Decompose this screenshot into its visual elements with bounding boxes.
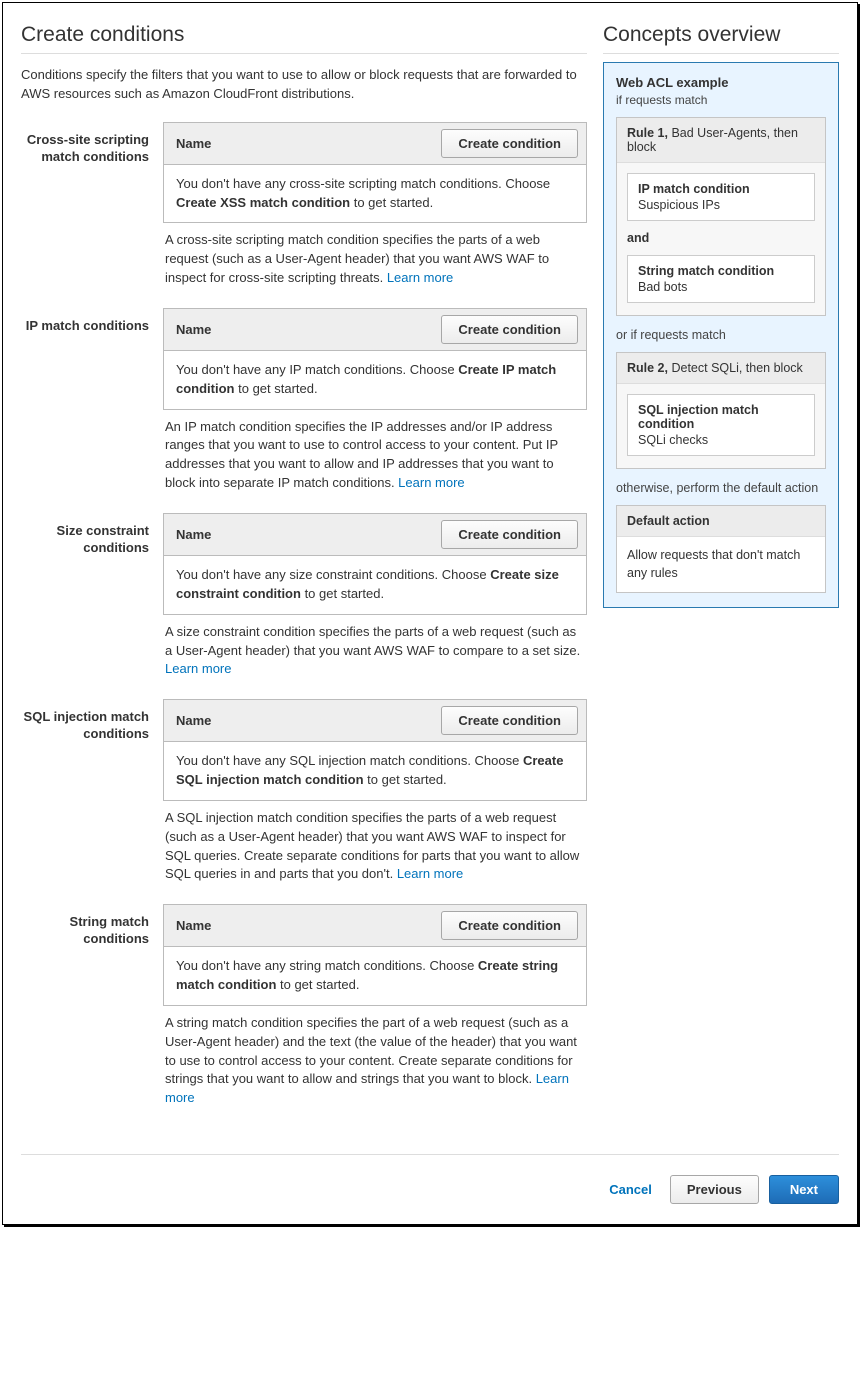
learn-more-link[interactable]: Learn more	[397, 866, 463, 881]
default-action-body: Allow requests that don't match any rule…	[617, 537, 825, 592]
concepts-title: Concepts overview	[603, 23, 839, 54]
next-button[interactable]: Next	[769, 1175, 839, 1204]
cancel-link[interactable]: Cancel	[609, 1182, 652, 1197]
condition-block: SQL injection match conditions Name Crea…	[21, 699, 587, 884]
condition-empty-message: You don't have any cross-site scripting …	[164, 165, 586, 223]
and-label: and	[627, 231, 815, 245]
condition-subtitle: Bad bots	[638, 280, 687, 294]
condition-empty-message: You don't have any string match conditio…	[164, 947, 586, 1005]
condition-title: String match condition	[638, 264, 804, 278]
condition-label: IP match conditions	[21, 308, 163, 493]
rule-1-header: Rule 1, Bad User-Agents, then block	[617, 118, 825, 163]
rule-2-box: Rule 2, Detect SQLi, then block SQL inje…	[616, 352, 826, 469]
or-if-text: or if requests match	[616, 328, 826, 342]
condition-description: A size constraint condition specifies th…	[163, 615, 587, 680]
page-title: Create conditions	[21, 23, 587, 54]
condition-description: A string match condition specifies the p…	[163, 1006, 587, 1108]
condition-description: A SQL injection match condition specifie…	[163, 801, 587, 884]
condition-box: Name Create condition You don't have any…	[163, 308, 587, 410]
rule-2-condition-1: SQL injection match condition SQLi check…	[627, 394, 815, 456]
condition-title: IP match condition	[638, 182, 804, 196]
learn-more-link[interactable]: Learn more	[398, 475, 464, 490]
example-title: Web ACL example	[616, 75, 826, 90]
condition-box: Name Create condition You don't have any…	[163, 122, 587, 224]
learn-more-link[interactable]: Learn more	[165, 661, 231, 676]
rule-2-text: Detect SQLi, then block	[668, 361, 803, 375]
condition-label: SQL injection match conditions	[21, 699, 163, 884]
create-condition-button[interactable]: Create condition	[441, 911, 578, 940]
create-condition-button[interactable]: Create condition	[441, 315, 578, 344]
rule-1-label: Rule 1,	[627, 126, 668, 140]
concepts-panel: Web ACL example if requests match Rule 1…	[603, 62, 839, 608]
rule-1-condition-1: IP match condition Suspicious IPs	[627, 173, 815, 221]
condition-subtitle: Suspicious IPs	[638, 198, 720, 212]
intro-text: Conditions specify the filters that you …	[21, 66, 587, 104]
condition-empty-message: You don't have any size constraint condi…	[164, 556, 586, 614]
condition-description: An IP match condition specifies the IP a…	[163, 410, 587, 493]
condition-title: SQL injection match condition	[638, 403, 804, 431]
default-action-box: Default action Allow requests that don't…	[616, 505, 826, 593]
condition-description: A cross-site scripting match condition s…	[163, 223, 587, 288]
if-match-text: if requests match	[616, 93, 826, 107]
column-header-name: Name	[172, 322, 211, 337]
condition-box: Name Create condition You don't have any…	[163, 513, 587, 615]
learn-more-link[interactable]: Learn more	[387, 270, 453, 285]
rule-2-label: Rule 2,	[627, 361, 668, 375]
condition-block: String match conditions Name Create cond…	[21, 904, 587, 1108]
rule-1-condition-2: String match condition Bad bots	[627, 255, 815, 303]
condition-block: Size constraint conditions Name Create c…	[21, 513, 587, 679]
condition-empty-message: You don't have any IP match conditions. …	[164, 351, 586, 409]
create-condition-button[interactable]: Create condition	[441, 520, 578, 549]
default-action-header: Default action	[617, 506, 825, 537]
create-condition-button[interactable]: Create condition	[441, 129, 578, 158]
condition-box: Name Create condition You don't have any…	[163, 699, 587, 801]
condition-label: Size constraint conditions	[21, 513, 163, 679]
previous-button[interactable]: Previous	[670, 1175, 759, 1204]
column-header-name: Name	[172, 527, 211, 542]
condition-block: IP match conditions Name Create conditio…	[21, 308, 587, 493]
column-header-name: Name	[172, 713, 211, 728]
column-header-name: Name	[172, 918, 211, 933]
condition-empty-message: You don't have any SQL injection match c…	[164, 742, 586, 800]
condition-label: Cross-site scripting match conditions	[21, 122, 163, 288]
condition-subtitle: SQLi checks	[638, 433, 708, 447]
wizard-footer: Cancel Previous Next	[21, 1154, 839, 1204]
condition-label: String match conditions	[21, 904, 163, 1108]
rule-1-box: Rule 1, Bad User-Agents, then block IP m…	[616, 117, 826, 316]
column-header-name: Name	[172, 136, 211, 151]
condition-box: Name Create condition You don't have any…	[163, 904, 587, 1006]
rule-2-header: Rule 2, Detect SQLi, then block	[617, 353, 825, 384]
create-condition-button[interactable]: Create condition	[441, 706, 578, 735]
otherwise-text: otherwise, perform the default action	[616, 481, 826, 495]
condition-block: Cross-site scripting match conditions Na…	[21, 122, 587, 288]
